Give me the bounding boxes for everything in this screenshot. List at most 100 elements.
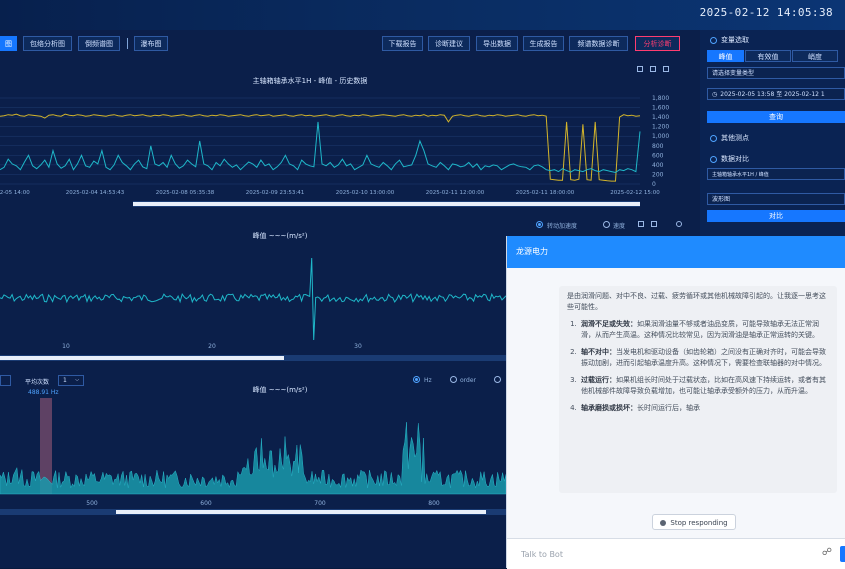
waveform-slider-window[interactable] [0, 356, 284, 360]
list-item: 轴承磨损或损坏：长时间运行后，轴承 [579, 403, 829, 414]
attach-icon[interactable]: ☍ [822, 547, 832, 558]
history-line-chart: 1,800 1,600 1,400 1,200 1,000 800 600 400 200 0 2… [0, 95, 669, 196]
zoom-icon-2[interactable] [638, 221, 644, 227]
download-report-button[interactable]: 下载报告 [382, 36, 423, 51]
clock-icon: ◷ [712, 91, 718, 98]
tab-envelope[interactable]: 包络分析图 [23, 36, 72, 51]
velocity-radio-label: 速度 [613, 223, 626, 230]
accel-radio[interactable] [536, 221, 543, 228]
y-tick-label: 600 [652, 152, 664, 159]
diagnosis-advice-button[interactable]: 诊断建议 [428, 36, 470, 51]
waveform-chart: 峰值 ~~~(m/s²) 10 20 30 [0, 228, 506, 366]
x-tick-label: 10 [62, 343, 70, 350]
datetime: 2025-02-12 14:05:38 [699, 6, 833, 19]
variable-title-text: 变量选取 [721, 36, 749, 44]
y-tick-label: 1,000 [652, 133, 669, 140]
stop-responding-button[interactable]: Stop responding [652, 514, 736, 530]
x-tick-label: 2025-02-09 23:53:41 [246, 190, 304, 196]
x-tick-label: 800 [428, 500, 440, 507]
x-tick-label: 20 [208, 343, 216, 350]
tab-waterfall[interactable]: 瀑布图 [134, 36, 168, 51]
y-tick-label: 1,800 [652, 95, 669, 102]
section-dot-icon [710, 36, 717, 44]
export-data-button[interactable]: 导出数据 [476, 36, 518, 51]
spectrum-area: 500 600 700 800 [0, 398, 506, 507]
x-tick-label: 700 [314, 500, 326, 507]
history-chart: 主轴箱轴承水平1H - 峰值 - 历史数据 1,800 1,600 1,400 1,2… [0, 62, 700, 230]
time-slider-window[interactable] [133, 202, 640, 206]
y-tick-label: 1,200 [652, 124, 669, 131]
list-item-text: 长时间运行后，轴承 [637, 404, 700, 412]
spectrum-diagnosis-button[interactable]: 频谱数据诊断 [569, 36, 628, 51]
x-tick-label: 2025-02-11 18:00:00 [516, 190, 575, 196]
section-dot-icon [710, 134, 717, 142]
spectrum-slider[interactable] [0, 509, 506, 515]
seg-rms-button[interactable]: 有效值 [745, 50, 791, 62]
seg-kurtosis-button[interactable]: 峭度 [792, 50, 838, 62]
date-range-field[interactable]: ◷ 2025-02-05 13:58 至 2025-02-12 1 [707, 88, 845, 100]
x-tick-label: 2025-02-11 12:00:00 [426, 190, 485, 196]
list-item-text: 当发电机和驱动设备（如齿轮箱）之间没有正确对齐时，可能会导致振动加剧，进而引起轴… [581, 348, 826, 367]
list-item-title: 润滑不足或失效： [581, 320, 637, 328]
compare-title-text: 数据对比 [721, 155, 749, 163]
tab-spectrum[interactable]: 图 [0, 36, 17, 51]
accel-radio-label: 转动加速度 [547, 223, 578, 230]
x-tick-label: 30 [354, 343, 362, 350]
y-tick-label: 800 [652, 143, 664, 150]
compare-chip[interactable]: 主轴箱轴承水平1H / 峰值 [707, 168, 845, 180]
seg-peak-button[interactable]: 峰值 [707, 50, 744, 62]
analysis-diagnosis-button[interactable]: 分析诊断 [635, 36, 680, 51]
spectrum-slider-window[interactable] [116, 510, 486, 514]
stop-label: Stop responding [670, 519, 728, 527]
reason-list: 润滑不足或失效：如果润滑油量不够或者油品变质，可能导致轴承无法正常润滑，从而产生… [567, 319, 829, 414]
compare-button[interactable]: 对比 [707, 210, 845, 222]
list-item: 轴不对中：当发电机和驱动设备（如齿轮箱）之间没有正确对齐时，可能会导致振动加剧，… [579, 347, 829, 369]
other-measure-text: 其他测点 [721, 134, 749, 142]
time-slider[interactable] [133, 201, 640, 207]
send-button[interactable] [840, 546, 845, 562]
waveform-select[interactable]: 波形图 [707, 193, 845, 205]
list-item-title: 轴承磨损或损坏： [581, 404, 637, 412]
x-tick-label: 2025-02-12 15:00 [610, 190, 660, 196]
x-tick-label: 2025-02-08 05:35:38 [156, 190, 215, 196]
y-tick-label: 400 [652, 162, 664, 169]
y-tick-label: 1,600 [652, 105, 669, 112]
y-tick-label: 1,400 [652, 114, 669, 121]
chat-title: 龙源电力 [507, 236, 845, 268]
waveform-trace [0, 257, 506, 341]
tab-cepstrum[interactable]: 倒频谱图 [78, 36, 120, 51]
list-item-text: 如果机组长时间处于过载状态，比如在高风速下持续运转，或者有其他机械部件故障导致负… [581, 376, 826, 395]
tab-separator [127, 38, 128, 49]
list-item-title: 过载运行： [581, 376, 616, 384]
reset-icon[interactable] [676, 221, 682, 227]
waveform-line: 10 20 30 [0, 257, 506, 350]
list-item: 过载运行：如果机组长时间处于过载状态，比如在高风速下持续运转，或者有其他机械部件… [579, 375, 829, 397]
accel-radio-dot [538, 223, 541, 226]
waveform-slider[interactable] [0, 355, 506, 361]
x-tick-label: 2025-02-10 13:00:00 [336, 190, 395, 196]
chat-input[interactable] [521, 547, 811, 561]
variable-section-title: 变量选取 [710, 35, 749, 45]
analysis-toolbar: 图 包络分析图 倒频谱图 瀑布图 下载报告 诊断建议 导出数据 生成报告 频谱数… [0, 36, 700, 56]
stop-icon [660, 520, 667, 526]
velocity-radio[interactable] [603, 221, 610, 228]
x-tick-label: 500 [86, 500, 98, 507]
chat-input-bar: ☍ [507, 538, 845, 569]
y-tick-label: 0 [652, 181, 656, 188]
list-item-title: 轴不对中： [581, 348, 616, 356]
message-intro: 是由润滑问题、对中不良、过载、疲劳循环或其他机械故障引起的。让我逐一思考这些可能… [567, 292, 826, 311]
variable-type-field[interactable]: 请选择变量类型 [707, 67, 845, 79]
section-dot-icon [710, 155, 717, 163]
query-button[interactable]: 查询 [707, 111, 845, 123]
chat-window: 龙源电力 是由润滑问题、对中不良、过载、疲劳循环或其他机械故障引起的。让我逐一思… [506, 236, 845, 569]
generate-report-button[interactable]: 生成报告 [523, 36, 564, 51]
x-tick-label: 600 [200, 500, 212, 507]
x-tick-label: 2025-02-05 14:00 [0, 190, 30, 196]
spectrum-fill [0, 422, 506, 495]
bot-message: 是由润滑问题、对中不良、过载、疲劳循环或其他机械故障引起的。让我逐一思考这些可能… [559, 286, 837, 493]
restore-icon-2[interactable] [651, 221, 657, 227]
list-item: 润滑不足或失效：如果润滑油量不够或者油品变质，可能导致轴承无法正常润滑，从而产生… [579, 319, 829, 341]
spectrum-chart: 平均次数 1 ⌵ Hz order 488.91 Hz 峰值 ~~~(m/s²)… [0, 368, 506, 568]
compare-title: 数据对比 [710, 154, 749, 164]
other-measure-title: 其他测点 [710, 133, 749, 143]
